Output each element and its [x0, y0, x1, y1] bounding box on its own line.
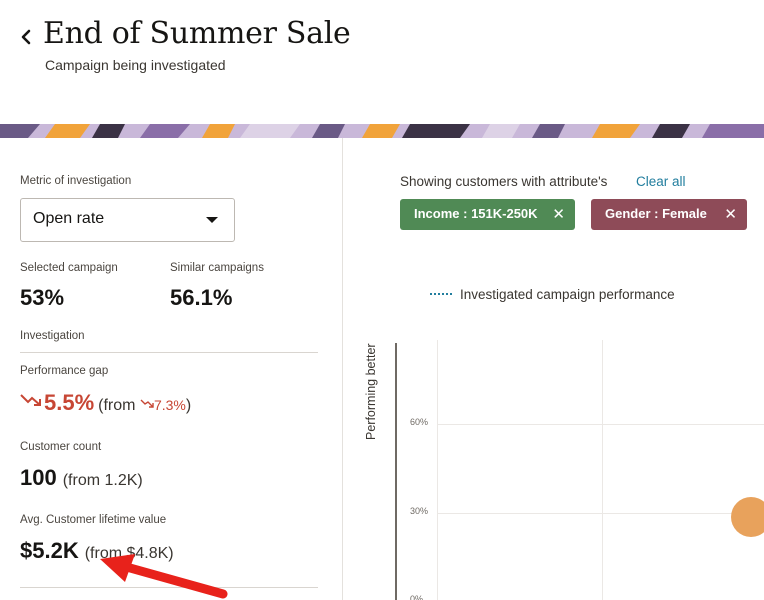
trending-down-small-icon	[140, 399, 154, 408]
chart-legend: Investigated campaign performance	[430, 287, 675, 302]
close-icon[interactable]: ✕	[552, 205, 565, 223]
y-tick-label: 60%	[410, 417, 429, 427]
filter-description: Showing customers with attribute's	[400, 174, 608, 189]
customer-count-row: 100 (from 1.2K)	[20, 465, 143, 491]
trending-down-icon	[20, 394, 41, 406]
selected-campaign-value: 53%	[20, 285, 65, 310]
decorative-banner	[0, 124, 764, 138]
data-bubble[interactable]	[731, 497, 764, 537]
grid-line-horizontal	[437, 513, 764, 514]
performance-gap-from-prefix: (from	[98, 397, 136, 414]
y-axis-title: Performing better	[364, 343, 378, 440]
grid-line-vertical	[437, 340, 438, 600]
y-axis	[395, 343, 397, 600]
section-divider	[20, 352, 318, 353]
dotted-line-icon	[430, 293, 452, 295]
performance-gap-row: 5.5% (from 7.3%)	[20, 390, 191, 420]
selected-campaign-label: Selected campaign	[20, 262, 118, 274]
lifetime-value-label: Avg. Customer lifetime value	[20, 514, 167, 526]
annotation-arrow-icon	[100, 554, 228, 599]
caret-down-icon	[206, 217, 218, 223]
y-tick-label: 0%	[410, 594, 424, 600]
metric-select[interactable]: Open rate	[20, 198, 235, 242]
close-icon[interactable]: ✕	[724, 205, 737, 223]
page-header: End of Summer Sale Campaign being invest…	[0, 0, 764, 124]
performance-gap-label: Performance gap	[20, 365, 109, 377]
metric-label: Metric of investigation	[20, 175, 132, 187]
investigation-label: Investigation	[20, 330, 85, 342]
similar-campaigns-label: Similar campaigns	[170, 262, 264, 274]
similar-campaigns-value: 56.1%	[170, 285, 233, 310]
grid-line-horizontal	[437, 424, 764, 425]
page-subtitle: Campaign being investigated	[45, 57, 226, 73]
chip-label: Income : 151K-250K	[414, 206, 538, 221]
page-title: End of Summer Sale	[43, 16, 351, 51]
grid-line-vertical	[602, 340, 603, 600]
metric-select-value: Open rate	[33, 210, 105, 227]
legend-label: Investigated campaign performance	[460, 287, 675, 302]
performance-gap-from-suffix: )	[185, 397, 192, 414]
back-button[interactable]	[16, 20, 38, 50]
performance-gap-from-value: 7.3%	[153, 397, 186, 413]
customer-count-value: 100	[20, 465, 57, 490]
filter-chip-income[interactable]: Income : 151K-250K ✕	[400, 199, 575, 230]
performance-gap-value: 5.5%	[44, 390, 95, 415]
chip-label: Gender : Female	[605, 206, 707, 221]
y-tick-label: 30%	[410, 506, 429, 516]
clear-all-link[interactable]: Clear all	[636, 174, 686, 189]
lifetime-value-value: $5.2K	[20, 538, 79, 563]
chevron-left-icon	[21, 29, 31, 45]
customer-count-from: (from 1.2K)	[62, 472, 143, 489]
filter-chip-gender[interactable]: Gender : Female ✕	[591, 199, 747, 230]
customer-count-label: Customer count	[20, 441, 102, 453]
